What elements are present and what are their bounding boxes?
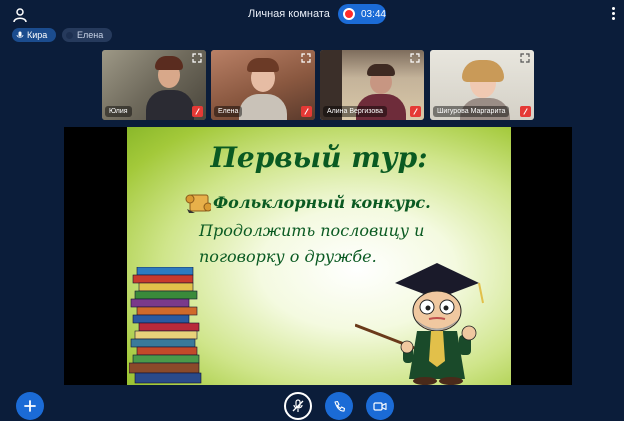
expand-icon[interactable]	[410, 53, 420, 63]
recording-time: 03:44	[360, 8, 386, 20]
participant-tile[interactable]: Шигурова Маргарита	[430, 50, 534, 120]
microphone-icon	[16, 31, 24, 38]
speaker-name: Елена	[77, 30, 104, 40]
slide-line: Продолжить пословицу и	[199, 221, 425, 240]
add-button[interactable]	[16, 392, 44, 420]
microphone-muted-icon	[410, 106, 421, 117]
status-dot	[66, 31, 73, 39]
microphone-muted-icon	[520, 106, 531, 117]
participant-tile[interactable]: Елена	[211, 50, 315, 120]
books-illustration	[129, 267, 202, 384]
participant-name: Алина Вергизова	[323, 106, 387, 117]
speaker-name: Кира	[27, 30, 48, 40]
expand-icon[interactable]	[520, 53, 530, 63]
microphone-toggle-button[interactable]	[284, 392, 312, 420]
scroll-icon	[185, 194, 211, 213]
microphone-muted-icon	[292, 399, 304, 412]
expand-icon[interactable]	[301, 53, 311, 63]
participant-tile[interactable]: Алина Вергизова	[320, 50, 424, 120]
participant-tile[interactable]: Юлия	[102, 50, 206, 120]
participant-name: Елена	[214, 106, 243, 117]
user-icon[interactable]	[12, 7, 28, 23]
record-icon	[343, 8, 355, 20]
participant-name: Юлия	[105, 106, 132, 117]
slide-line: Фольклорный конкурс.	[213, 193, 431, 212]
slide-title: Первый тур:	[210, 141, 428, 174]
participant-name: Шигурова Маргарита	[433, 106, 510, 117]
speaker-chip-kira: Кира	[12, 28, 56, 42]
presentation-slide: Первый тур: Фольклорный конкурс. Продолж…	[127, 127, 511, 385]
call-button[interactable]	[325, 392, 353, 420]
room-title: Личная комната	[248, 8, 330, 20]
phone-icon	[333, 400, 345, 412]
microphone-muted-icon	[192, 106, 203, 117]
camera-toggle-button[interactable]	[366, 392, 394, 420]
shared-screen: Первый тур: Фольклорный конкурс. Продолж…	[64, 127, 572, 385]
expand-icon[interactable]	[192, 53, 202, 63]
camera-icon	[373, 402, 387, 411]
plus-icon	[24, 400, 36, 412]
top-bar: Личная комната 03:44	[0, 0, 624, 28]
more-vertical-icon[interactable]	[610, 7, 616, 21]
professor-owl-illustration	[355, 263, 484, 385]
slide-line: поговорку о дружбе.	[199, 247, 377, 266]
microphone-muted-icon	[301, 106, 312, 117]
recording-indicator[interactable]: 03:44	[338, 4, 386, 24]
speaker-chip-elena: Елена	[62, 28, 112, 42]
